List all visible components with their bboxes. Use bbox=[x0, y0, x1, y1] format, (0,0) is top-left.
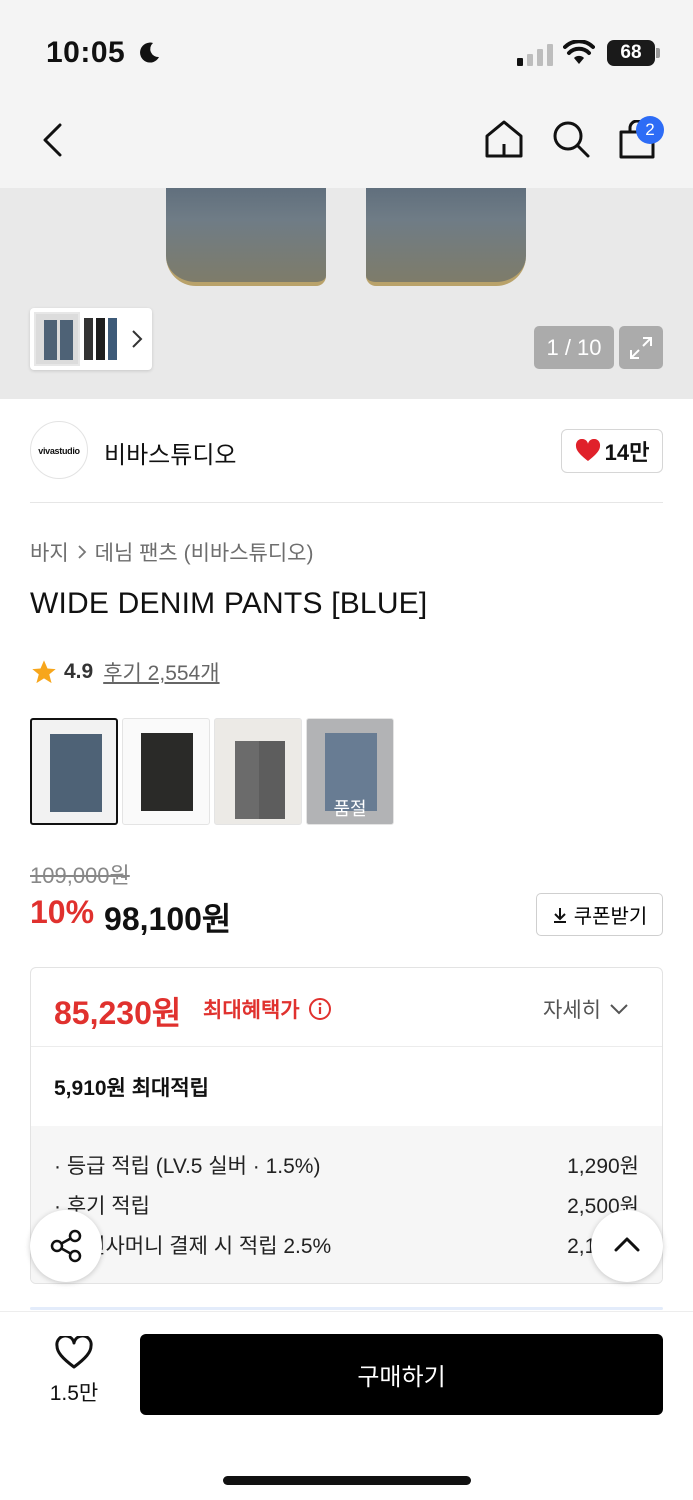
benefit-detail-toggle[interactable]: 자세히 bbox=[543, 994, 629, 1024]
search-icon[interactable] bbox=[550, 118, 592, 160]
cellular-signal-icon bbox=[517, 44, 553, 66]
product-photo-left-leg bbox=[166, 188, 326, 286]
status-bar: 10:05 68 bbox=[0, 0, 693, 100]
max-benefit-label-text: 최대혜택가 bbox=[203, 999, 300, 1022]
sold-out-label: 품절 bbox=[307, 719, 393, 824]
product-title: WIDE DENIM PANTS [BLUE] bbox=[30, 587, 428, 620]
info-icon[interactable] bbox=[308, 997, 332, 1021]
benefit-header: 85,230원 최대혜택가 자세히 bbox=[31, 968, 662, 1047]
divider bbox=[30, 502, 663, 503]
breadcrumb: 바지 데님 팬츠 (비바스튜디오) bbox=[30, 537, 314, 567]
brand-like-button[interactable]: 14만 bbox=[561, 429, 663, 473]
share-icon bbox=[50, 1229, 82, 1263]
review-count-link[interactable]: 후기 2,554개 bbox=[103, 657, 219, 687]
home-indicator bbox=[223, 1476, 471, 1485]
point-item: · 등급 적립 (LV.5 실버 · 1.5%) 1,290원 bbox=[54, 1150, 639, 1180]
detail-label: 자세히 bbox=[543, 999, 601, 1022]
sale-price: 98,100원 bbox=[104, 901, 232, 937]
heart-outline-icon bbox=[55, 1334, 93, 1369]
sale-price-row: 10% 98,100원 bbox=[30, 894, 231, 940]
color-option-blue[interactable] bbox=[30, 718, 118, 825]
gallery-thumbnail-strip[interactable] bbox=[30, 308, 152, 370]
color-option-black[interactable] bbox=[122, 718, 210, 825]
back-arrow-icon[interactable] bbox=[40, 122, 64, 158]
rating-score: 4.9 bbox=[64, 660, 94, 683]
expand-icon bbox=[630, 337, 652, 359]
scroll-top-button[interactable] bbox=[591, 1210, 663, 1282]
point-item-label: · 등급 적립 (LV.5 실버 · 1.5%) bbox=[54, 1155, 321, 1178]
point-breakdown-list: · 등급 적립 (LV.5 실버 · 1.5%) 1,290원 · 후기 적립 … bbox=[31, 1126, 662, 1283]
chevron-up-icon bbox=[614, 1237, 640, 1252]
download-icon bbox=[553, 907, 566, 923]
color-option-light-blue[interactable]: 품절 bbox=[306, 718, 394, 825]
image-pager: 1 / 10 bbox=[534, 326, 614, 369]
point-item-value: 1,290원 bbox=[567, 1155, 639, 1178]
coupon-download-button[interactable]: 쿠폰받기 bbox=[536, 893, 663, 936]
breadcrumb-subcategory[interactable]: 데님 팬츠 (비바스튜디오) bbox=[95, 537, 314, 567]
product-image-gallery[interactable]: 1 / 10 bbox=[0, 188, 693, 399]
chevron-right-icon[interactable] bbox=[130, 328, 144, 350]
product-photo-right-leg bbox=[366, 188, 526, 286]
wifi-icon bbox=[563, 40, 595, 64]
discount-rate: 10% bbox=[30, 894, 95, 930]
color-option-grey[interactable] bbox=[214, 718, 302, 825]
chevron-down-icon bbox=[610, 1004, 628, 1015]
gallery-thumbnail[interactable] bbox=[34, 312, 80, 366]
wishlist-count: 1.5만 bbox=[49, 1382, 99, 1405]
breadcrumb-category[interactable]: 바지 bbox=[30, 537, 69, 567]
brand-logo[interactable]: vivastudio bbox=[30, 421, 88, 479]
cart-count-badge: 2 bbox=[636, 116, 664, 144]
heart-filled-icon bbox=[575, 439, 600, 461]
expand-button[interactable] bbox=[619, 326, 663, 369]
buy-button[interactable]: 구매하기 bbox=[140, 1334, 663, 1415]
brand-like-count: 14만 bbox=[604, 440, 650, 465]
point-item: · 무신사머니 결제 시 적립 2.5% 2,120원 bbox=[54, 1230, 639, 1260]
next-section-edge bbox=[30, 1307, 663, 1310]
rating-row: 4.9 후기 2,554개 bbox=[30, 657, 220, 687]
point-item: · 후기 적립 2,500원 bbox=[54, 1190, 639, 1220]
gallery-thumbnail[interactable] bbox=[82, 312, 122, 366]
original-price: 109,000원 bbox=[30, 863, 130, 888]
wishlist-button[interactable]: 1.5만 bbox=[38, 1334, 110, 1407]
battery-indicator: 68 bbox=[607, 40, 655, 66]
star-icon bbox=[32, 660, 56, 684]
share-button[interactable] bbox=[30, 1210, 102, 1282]
home-icon[interactable] bbox=[483, 118, 525, 160]
max-benefit-label: 최대혜택가 bbox=[203, 994, 332, 1024]
moon-icon bbox=[140, 42, 159, 63]
battery-tip bbox=[656, 48, 660, 58]
max-point-label: 5,910원 최대적립 bbox=[54, 1077, 209, 1100]
benefit-box: 85,230원 최대혜택가 자세히 5,910원 최대적립 · 등급 적립 (L… bbox=[30, 967, 663, 1284]
chevron-right-icon bbox=[78, 545, 86, 559]
coupon-label: 쿠폰받기 bbox=[573, 906, 648, 928]
top-nav-bar bbox=[0, 100, 693, 188]
status-time: 10:05 bbox=[46, 36, 126, 69]
max-benefit-price: 85,230원 bbox=[54, 995, 182, 1031]
brand-name[interactable]: 비바스튜디오 bbox=[104, 435, 236, 470]
